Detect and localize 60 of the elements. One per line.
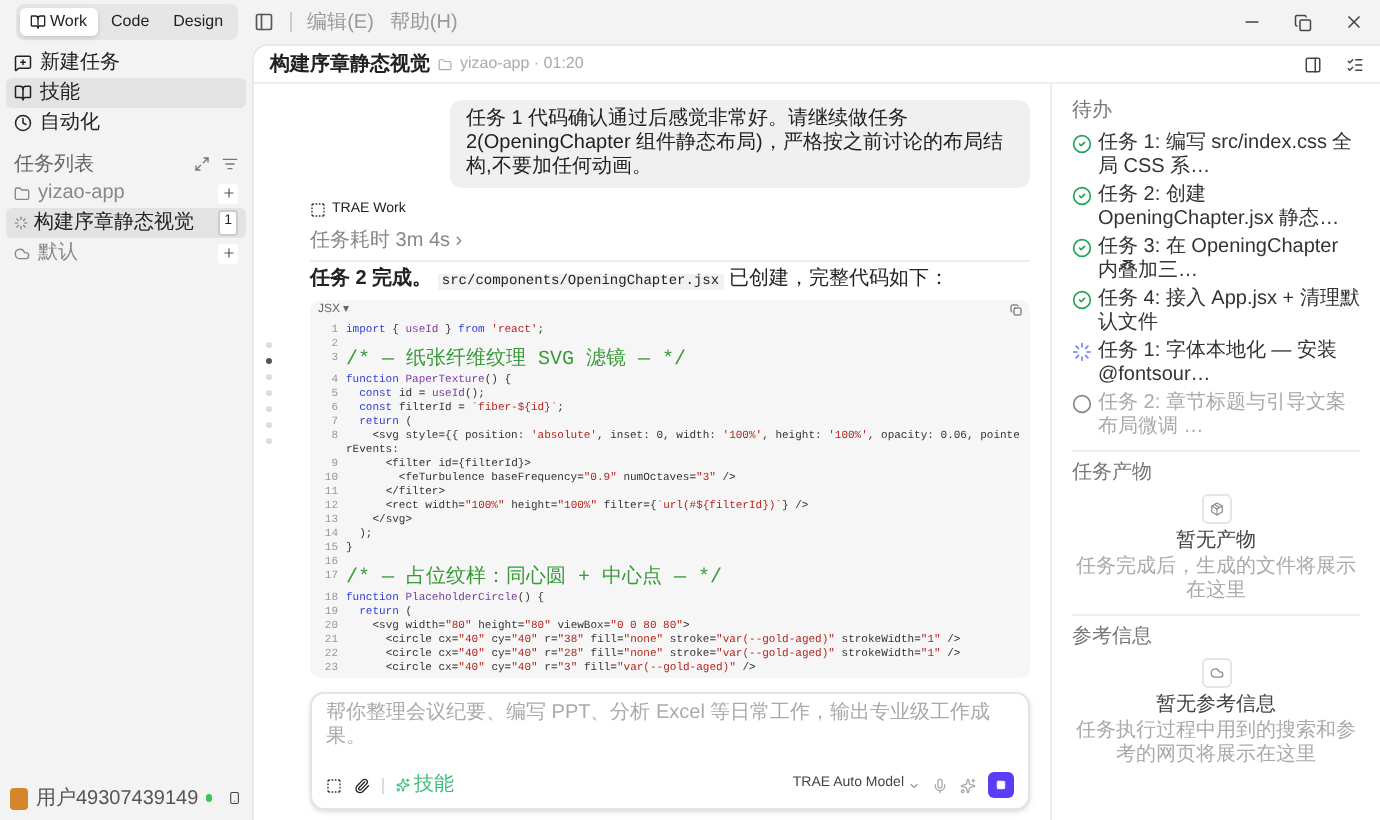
list-icon[interactable] bbox=[1346, 55, 1364, 73]
filter-icon[interactable] bbox=[222, 156, 238, 172]
references-icon bbox=[1209, 666, 1223, 680]
section-title: 待办 bbox=[1072, 97, 1114, 126]
todo-item: 任务 1: 编写 src/index.css 全局 CSS 系… bbox=[1098, 132, 1355, 180]
stop-button[interactable] bbox=[988, 772, 1014, 798]
mode-tab[interactable]: Design bbox=[163, 8, 234, 36]
frame-icon[interactable] bbox=[326, 777, 342, 793]
empty-description: 任务完成后，生成的文件将展示在这里 bbox=[1074, 556, 1358, 604]
folder-icon bbox=[438, 57, 452, 71]
sidebar-item[interactable]: 自动化 bbox=[6, 108, 246, 138]
cloud-icon bbox=[14, 245, 30, 261]
attach-icon[interactable] bbox=[354, 777, 370, 793]
close-icon[interactable] bbox=[1344, 12, 1364, 32]
phone-icon[interactable] bbox=[228, 790, 242, 806]
plus-icon bbox=[221, 186, 235, 200]
empty-description: 任务执行过程中用到的搜索和参考的网页将展示在这里 bbox=[1074, 720, 1358, 768]
duration-toggle[interactable]: 任务耗时 3m 4s › bbox=[310, 225, 1030, 261]
avatar[interactable] bbox=[10, 787, 28, 809]
copy-icon[interactable] bbox=[1010, 304, 1022, 316]
code-line: /* — 纸张纤维纹理 SVG 滤镜 — */ bbox=[346, 349, 687, 371]
sparkle-icon[interactable] bbox=[960, 777, 976, 793]
todo-item: 任务 4: 接入 App.jsx + 清理默认文件 bbox=[1098, 288, 1360, 336]
folder-icon bbox=[14, 185, 30, 201]
stop-icon bbox=[996, 780, 1006, 790]
empty-title: 暂无产物 bbox=[1174, 527, 1258, 555]
book-icon bbox=[30, 14, 46, 30]
todo-item: 任务 3: 在 OpeningChapter 内叠加三… bbox=[1098, 236, 1341, 284]
empty-title: 暂无参考信息 bbox=[1154, 691, 1278, 719]
sparkle-icon bbox=[396, 778, 410, 792]
todo-item: 任务 2: 创建 OpeningChapter.jsx 静态… bbox=[1098, 184, 1342, 232]
section-title: 任务产物 bbox=[1072, 459, 1154, 488]
todo-item: 任务 2: 章节标题与引导文案布局微调 … bbox=[1098, 392, 1348, 440]
todo-item: 任务 1: 字体本地化 — 安装 @fontsour… bbox=[1098, 340, 1339, 388]
code-line: /* — 占位纹样：同心圆 + 中心点 — */ bbox=[346, 567, 723, 589]
mode-tab[interactable]: Code bbox=[101, 8, 160, 36]
project-name: yizao-app · 01:20 bbox=[460, 52, 584, 76]
loading-icon bbox=[14, 216, 28, 230]
section-title: 任务列表 bbox=[14, 151, 96, 179]
artifacts-icon bbox=[1209, 502, 1223, 516]
new-icon bbox=[14, 54, 32, 72]
mode-tab[interactable]: Work bbox=[20, 8, 98, 36]
restore-icon[interactable] bbox=[1294, 13, 1312, 31]
plus-icon bbox=[221, 246, 235, 260]
sidebar-item[interactable]: 技能 bbox=[6, 78, 246, 108]
sidebar-toggle-icon[interactable] bbox=[253, 12, 274, 32]
task-title: 构建序章静态视觉 bbox=[270, 50, 430, 79]
user-message: 任务 1 代码确认通过后感觉非常好。请继续做任务 2(OpeningChapter 组件静态布局)，严格按之前讨论的布局结构,不要加任何动画。 bbox=[450, 100, 1030, 188]
skills-icon bbox=[14, 84, 32, 102]
add-button[interactable] bbox=[218, 183, 238, 203]
expand-icon[interactable] bbox=[194, 156, 210, 172]
automation-icon bbox=[14, 114, 32, 132]
mic-icon[interactable] bbox=[932, 777, 948, 793]
task-label: 构建序章静态视觉 bbox=[34, 209, 196, 238]
sidebar-item[interactable]: 新建任务 bbox=[6, 48, 246, 78]
section-title: 参考信息 bbox=[1072, 623, 1154, 652]
add-button[interactable] bbox=[218, 243, 238, 263]
chevron-icon bbox=[908, 779, 920, 791]
user-name: 用户49307439149 bbox=[36, 785, 199, 813]
panel-toggle-icon[interactable] bbox=[1304, 55, 1322, 73]
